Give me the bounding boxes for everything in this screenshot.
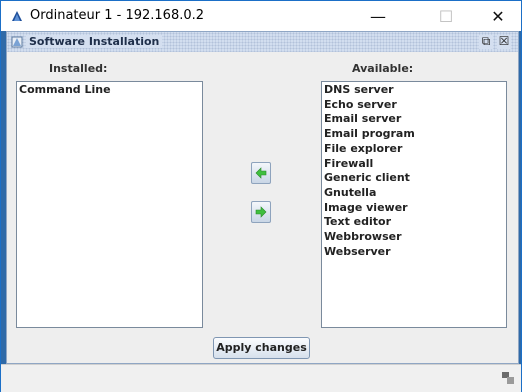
close-button[interactable]: ✕ — [475, 1, 521, 31]
frame-icon — [11, 36, 23, 48]
maximize-button[interactable]: ☐ — [423, 1, 469, 31]
installed-list[interactable]: Command Line — [16, 81, 203, 328]
status-bar — [1, 364, 521, 392]
arrow-left-icon — [255, 167, 267, 179]
frame-titlebar[interactable]: Software Installation ⧉ ☒ — [7, 32, 518, 52]
arrow-right-icon — [255, 206, 267, 218]
window-titlebar[interactable]: Ordinateur 1 - 192.168.0.2 — ☐ ✕ — [1, 1, 521, 31]
list-item[interactable]: File explorer — [322, 142, 506, 157]
list-item[interactable]: DNS server — [322, 83, 506, 98]
restore-icon[interactable]: ⧉ — [479, 35, 493, 49]
list-item[interactable]: Generic client — [322, 171, 506, 186]
list-item[interactable]: Firewall — [322, 157, 506, 172]
list-item[interactable]: Echo server — [322, 98, 506, 113]
list-item[interactable]: Image viewer — [322, 201, 506, 216]
apply-changes-button[interactable]: Apply changes — [213, 337, 310, 359]
app-icon — [12, 11, 22, 21]
available-list[interactable]: DNS server Echo server Email server Email p… — [321, 81, 507, 328]
resize-grip-icon[interactable] — [501, 371, 515, 385]
list-item[interactable]: Email program — [322, 127, 506, 142]
frame-close-icon[interactable]: ☒ — [497, 35, 511, 49]
list-item[interactable]: Gnutella — [322, 186, 506, 201]
maximize-icon: ☐ — [438, 6, 454, 26]
list-item[interactable]: Email server — [322, 112, 506, 127]
window-title: Ordinateur 1 - 192.168.0.2 — [30, 8, 205, 23]
frame-content: Installed: Available: Command Line DNS s… — [7, 52, 518, 363]
list-item[interactable]: Webserver — [322, 245, 506, 260]
minimize-icon: — — [370, 6, 386, 26]
frame-title: Software Installation — [26, 35, 163, 48]
move-left-button[interactable] — [251, 162, 271, 184]
list-item[interactable]: Webbrowser — [322, 230, 506, 245]
move-right-button[interactable] — [251, 201, 271, 223]
close-icon: ✕ — [491, 6, 505, 26]
minimize-button[interactable]: — — [355, 1, 401, 31]
software-installation-frame: Software Installation ⧉ ☒ Installed: Ava… — [6, 31, 519, 364]
application-window: Ordinateur 1 - 192.168.0.2 — ☐ ✕ Softwar… — [0, 0, 522, 392]
list-item[interactable]: Command Line — [17, 83, 202, 98]
installed-label: Installed: — [49, 62, 108, 75]
available-label: Available: — [352, 62, 414, 75]
list-item[interactable]: Text editor — [322, 215, 506, 230]
